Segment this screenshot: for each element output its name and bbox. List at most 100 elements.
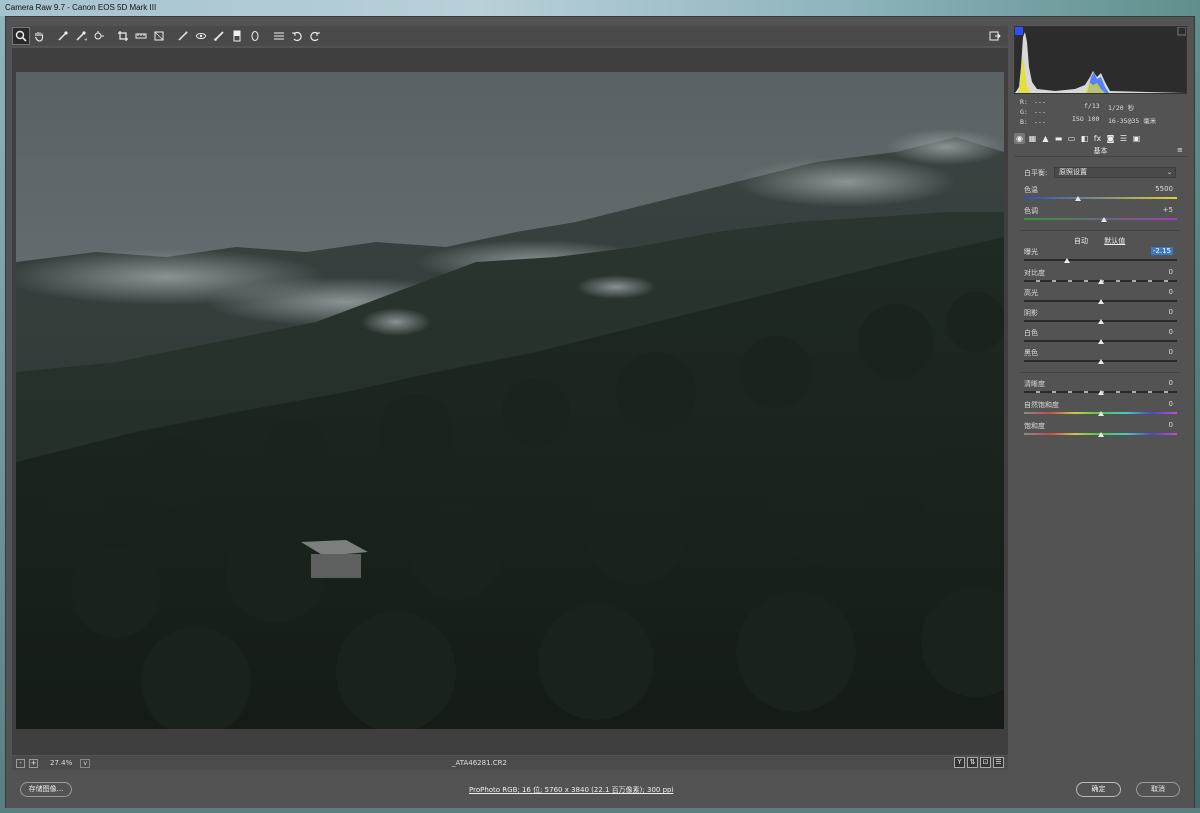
white-balance-value: 原照设置 bbox=[1059, 168, 1087, 176]
slider-tint[interactable]: 色调 +5 bbox=[1024, 206, 1177, 226]
tab-detail-icon[interactable]: ▲ bbox=[1040, 133, 1051, 144]
divider bbox=[1020, 230, 1180, 231]
preview-status-bar: - + 27.4% v _ATA46281.CR2 Y ⇅ ⊡ ☰ bbox=[12, 756, 1008, 770]
slider-clarity[interactable]: 清晰度 0 bbox=[1024, 379, 1177, 399]
slider-thumb[interactable] bbox=[1097, 279, 1104, 284]
slider-value[interactable]: +5 bbox=[1163, 206, 1173, 214]
slider-value[interactable]: 0 bbox=[1169, 328, 1173, 336]
tab-tone-curve-icon[interactable]: ▦ bbox=[1027, 133, 1038, 144]
slider-thumb[interactable] bbox=[1074, 196, 1081, 201]
landscape-photo bbox=[16, 72, 1004, 729]
lens: 16-35@35 毫米 bbox=[1108, 117, 1157, 125]
color-sampler-icon[interactable]: + bbox=[72, 27, 90, 45]
hand-tool-icon[interactable] bbox=[30, 27, 48, 45]
tab-presets-icon[interactable]: ☰ bbox=[1118, 133, 1129, 144]
tab-lens-corrections-icon[interactable]: ◧ bbox=[1079, 133, 1090, 144]
slider-thumb[interactable] bbox=[1097, 339, 1104, 344]
default-button[interactable]: 默认值 bbox=[1104, 237, 1125, 245]
slider-value[interactable]: 0 bbox=[1169, 400, 1173, 408]
copy-settings-button[interactable]: ⊡ bbox=[980, 757, 991, 768]
spot-removal-icon[interactable] bbox=[174, 27, 192, 45]
slider-value[interactable]: 0 bbox=[1169, 268, 1173, 276]
slider-value[interactable]: 0 bbox=[1169, 348, 1173, 356]
workflow-options-link[interactable]: ProPhoto RGB; 16 位; 5760 x 3840 (22.1 百万… bbox=[469, 785, 673, 795]
slider-label: 色调 bbox=[1024, 207, 1038, 215]
auto-button[interactable]: 自动 bbox=[1074, 237, 1088, 245]
slider-value[interactable]: 0 bbox=[1169, 288, 1173, 296]
slider-track[interactable] bbox=[1024, 197, 1177, 199]
r-label: R: bbox=[1020, 98, 1028, 106]
slider-label: 清晰度 bbox=[1024, 380, 1045, 388]
transform-icon[interactable] bbox=[150, 27, 168, 45]
swap-settings-button[interactable]: ⇅ bbox=[967, 757, 978, 768]
slider-temperature[interactable]: 色温 5500 bbox=[1024, 185, 1177, 205]
slider-value[interactable]: 0 bbox=[1169, 308, 1173, 316]
tab-split-toning-icon[interactable]: ▭ bbox=[1066, 133, 1077, 144]
zoom-out-button[interactable]: - bbox=[16, 758, 25, 768]
tab-hsl-icon[interactable]: ▬ bbox=[1053, 133, 1064, 144]
slider-thumb[interactable] bbox=[1097, 299, 1104, 304]
photo-preview[interactable] bbox=[16, 72, 1004, 729]
slider-saturation[interactable]: 饱和度 0 bbox=[1024, 421, 1177, 441]
eyedropper-icon[interactable] bbox=[54, 27, 72, 45]
shutter-speed: 1/20 秒 bbox=[1108, 104, 1135, 112]
before-after-toggle-button[interactable]: Y bbox=[954, 757, 965, 768]
rotate-right-icon[interactable] bbox=[306, 27, 324, 45]
slider-thumb[interactable] bbox=[1063, 258, 1070, 263]
b-label: B: bbox=[1020, 118, 1028, 126]
white-balance-label: 白平衡: bbox=[1024, 169, 1048, 177]
cancel-button[interactable]: 取消 bbox=[1136, 782, 1180, 797]
slider-thumb[interactable] bbox=[1097, 359, 1104, 364]
panel-menu-icon[interactable]: ≡ bbox=[1177, 146, 1183, 154]
slider-value[interactable]: 0 bbox=[1169, 379, 1173, 387]
graduated-filter-icon[interactable] bbox=[228, 27, 246, 45]
g-value: --- bbox=[1034, 108, 1046, 116]
slider-label: 阴影 bbox=[1024, 309, 1038, 317]
slider-thumb[interactable] bbox=[1097, 390, 1104, 395]
chevron-down-icon: ⌄ bbox=[1166, 169, 1172, 176]
fullscreen-toggle-icon[interactable] bbox=[986, 27, 1004, 45]
zoom-tool-icon[interactable] bbox=[12, 27, 30, 45]
slider-value[interactable]: -2.15 bbox=[1150, 247, 1173, 255]
window-border-bottom bbox=[0, 808, 1200, 813]
tab-basic-icon[interactable]: ◉ bbox=[1014, 132, 1025, 144]
view-preferences-button[interactable]: ☰ bbox=[993, 757, 1004, 768]
tab-snapshots-icon[interactable]: ▣ bbox=[1131, 133, 1142, 144]
rotate-left-icon[interactable] bbox=[288, 27, 306, 45]
slider-value[interactable]: 5500 bbox=[1155, 185, 1173, 193]
window-border-right bbox=[1195, 16, 1200, 813]
slider-label: 自然饱和度 bbox=[1024, 401, 1059, 409]
slider-whites[interactable]: 白色 0 bbox=[1024, 328, 1177, 348]
straighten-icon[interactable] bbox=[132, 27, 150, 45]
slider-thumb[interactable] bbox=[1097, 411, 1104, 416]
crop-icon[interactable] bbox=[114, 27, 132, 45]
slider-shadows[interactable]: 阴影 0 bbox=[1024, 308, 1177, 328]
red-eye-icon[interactable] bbox=[192, 27, 210, 45]
zoom-in-button[interactable]: + bbox=[29, 758, 38, 768]
svg-text:+: + bbox=[84, 37, 87, 42]
window-title: Camera Raw 9.7 - Canon EOS 5D Mark III bbox=[0, 0, 1200, 16]
histogram bbox=[1014, 26, 1187, 94]
slider-highlights[interactable]: 高光 0 bbox=[1024, 288, 1177, 308]
slider-value[interactable]: 0 bbox=[1169, 421, 1173, 429]
slider-track[interactable] bbox=[1024, 259, 1177, 261]
slider-blacks[interactable]: 黑色 0 bbox=[1024, 348, 1177, 368]
slider-contrast[interactable]: 对比度 0 bbox=[1024, 268, 1177, 288]
slider-thumb[interactable] bbox=[1097, 319, 1104, 324]
white-balance-select[interactable]: 原照设置 ⌄ bbox=[1054, 167, 1176, 178]
zoom-dropdown-button[interactable]: v bbox=[80, 758, 91, 768]
tab-effects-icon[interactable]: fx bbox=[1092, 133, 1103, 144]
preferences-icon[interactable] bbox=[270, 27, 288, 45]
slider-exposure[interactable]: 曝光 -2.15 bbox=[1024, 247, 1177, 267]
ok-button[interactable]: 确定 bbox=[1076, 782, 1121, 797]
panel-tabs: ◉ ▦ ▲ ▬ ▭ ◧ fx ◙ ☰ ▣ bbox=[1014, 131, 1187, 145]
slider-thumb[interactable] bbox=[1100, 217, 1107, 222]
adjustment-brush-icon[interactable] bbox=[210, 27, 228, 45]
targeted-adjustment-icon[interactable] bbox=[90, 27, 108, 45]
slider-vibrance[interactable]: 自然饱和度 0 bbox=[1024, 400, 1177, 420]
radial-filter-icon[interactable] bbox=[246, 27, 264, 45]
auto-default-row: 自动 默认值 bbox=[1074, 236, 1139, 246]
save-image-button[interactable]: 存储图像... bbox=[20, 782, 72, 797]
tab-camera-calibration-icon[interactable]: ◙ bbox=[1105, 133, 1116, 144]
slider-thumb[interactable] bbox=[1097, 432, 1104, 437]
